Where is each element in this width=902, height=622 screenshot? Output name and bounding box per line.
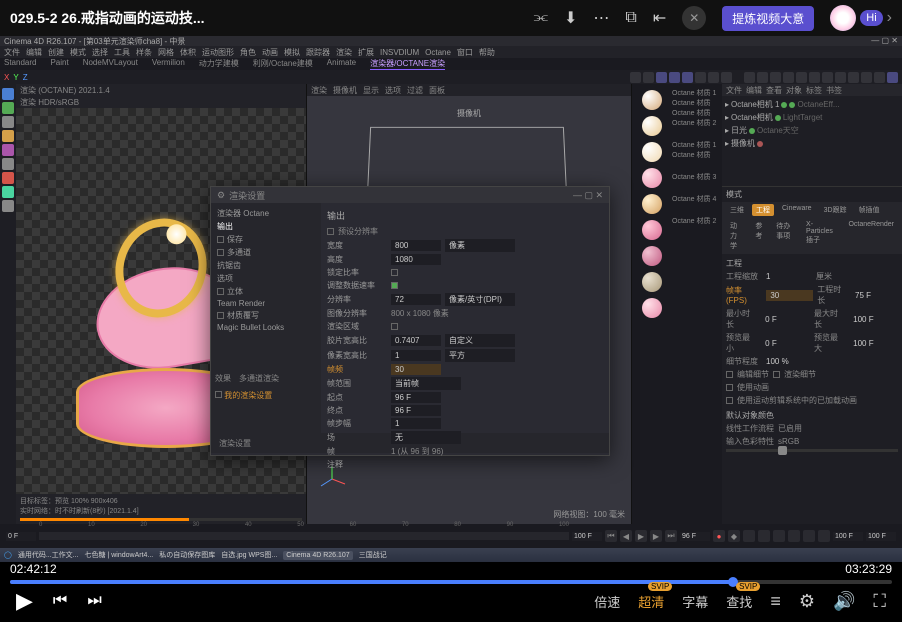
hi-badge: Hi [860, 10, 882, 26]
search-option[interactable]: 查找SVIP [726, 592, 752, 611]
share-icon[interactable]: ⫘ [534, 9, 548, 27]
settings-icon: ⚙ [217, 190, 225, 201]
prev-frame-icon[interactable]: ◀ [620, 530, 632, 542]
dialog-main[interactable]: 输出 预设分辨率 宽度像素 高度 锁定比率 调整数据速率 分辨率像素/英寸(DP… [321, 203, 609, 433]
resolution-input[interactable] [391, 294, 441, 305]
subtitle-option[interactable]: 字幕 [682, 592, 708, 611]
settings-icon[interactable]: ⚙ [799, 591, 815, 612]
os-taskbar[interactable]: ◯ 通用代码...工作文... 七色糖 | windowArt4... 私の自动… [0, 548, 902, 562]
material-browser[interactable] [632, 84, 672, 524]
fps-input[interactable] [391, 364, 441, 375]
height-input[interactable] [391, 254, 441, 265]
object-tree[interactable]: ▸Octane相机 1OctaneEff... ▸Octane相机LightTa… [722, 96, 902, 186]
timeline-track[interactable]: 0102030405060708090100 [39, 532, 569, 540]
dialog-titlebar[interactable]: ⚙ 渲染设置 — ▢ ✕ [211, 187, 609, 203]
app-titlebar: Cinema 4D R26.107 - [第03单元渲染师cha8] - 中景 … [0, 36, 902, 46]
avatar-image [830, 5, 856, 31]
prev-button[interactable]: ⏮ [53, 592, 67, 610]
render-settings-dialog: ⚙ 渲染设置 — ▢ ✕ 渲染器 Octane 输出 保存 多通道 抗锯齿 选项… [210, 186, 610, 456]
play-button[interactable]: ▶ [16, 588, 33, 614]
play-icon[interactable]: ▶ [635, 530, 647, 542]
more-icon[interactable]: ⋯ [593, 8, 609, 28]
volume-icon[interactable]: 🔊 [833, 591, 855, 612]
playlist-icon[interactable]: ≡ [770, 591, 781, 612]
left-toolbar[interactable] [0, 84, 16, 524]
goto-end-icon[interactable]: ⏭ [665, 530, 677, 542]
viewport-camera-label: 摄像机 [457, 108, 481, 119]
axis-z[interactable]: Z [23, 73, 28, 82]
attribute-manager[interactable]: 模式 三维工程Cineware3D跟踪帧插值 动力学参考待办事项X-Partic… [722, 186, 902, 456]
chevron-right-icon: › [887, 9, 892, 27]
layout-tabs[interactable]: StandardPaintNodeMVLayoutVermilion动力学建模利… [0, 58, 902, 70]
axis-x[interactable]: X [4, 73, 9, 82]
viewport-info: 网络视图：100 毫米 [553, 509, 625, 520]
dialog-sidebar[interactable]: 渲染器 Octane 输出 保存 多通道 抗锯齿 选项 立体 Team Rend… [211, 203, 321, 433]
pip-icon[interactable]: ⧉ [625, 9, 636, 27]
axis-y[interactable]: Y [13, 73, 18, 82]
next-frame-icon[interactable]: ▶ [650, 530, 662, 542]
next-button[interactable]: ⏭ [87, 592, 101, 610]
width-input[interactable] [391, 240, 441, 251]
collapse-icon[interactable]: ⇤ [653, 8, 666, 28]
render-panel-sub[interactable]: 渲染 HDR/sRGB [16, 96, 306, 108]
close-button[interactable]: ✕ [682, 6, 706, 30]
attr-slider[interactable] [726, 449, 898, 452]
timeline[interactable]: 0 F 0102030405060708090100 100 F ⏮ ◀ ▶ ▶… [0, 524, 902, 548]
render-panel-header: 渲染 (OCTANE) 2021.1.4 [16, 84, 306, 96]
record-icon[interactable]: ● [713, 530, 725, 542]
object-manager-header[interactable]: 文件编辑查看对象标签书签 [722, 84, 902, 96]
video-progress[interactable] [10, 580, 892, 584]
avatar[interactable]: Hi › [830, 5, 892, 31]
main-toolbar[interactable]: X Y Z [0, 70, 902, 84]
speed-option[interactable]: 倍速 [594, 592, 620, 611]
goto-start-icon[interactable]: ⏮ [605, 530, 617, 542]
video-title: 029.5-2 26.戒指动画的运动技... [10, 8, 205, 28]
video-time-total: 03:23:29 [845, 562, 892, 576]
key-icon[interactable]: ◆ [728, 530, 740, 542]
summary-button[interactable]: 提炼视频大意 [722, 6, 814, 31]
render-status: 目标标签：预览 100% 900x406 实时网络：时不时刷新(8秒) [202… [16, 494, 306, 524]
video-time-current: 02:42:12 [10, 562, 57, 576]
download-icon[interactable]: ⬇ [564, 8, 577, 28]
quality-option[interactable]: 超清SVIP [638, 592, 664, 611]
app-menubar[interactable]: 文件编辑创建模式选择工具样条网格体积运动图形角色动画模拟跟踪器渲染扩展INSVD… [0, 46, 902, 58]
viewport-menu[interactable]: 渲染摄像机显示选项过滤面板 [307, 84, 631, 96]
fullscreen-icon[interactable]: ⛶ [873, 591, 886, 612]
